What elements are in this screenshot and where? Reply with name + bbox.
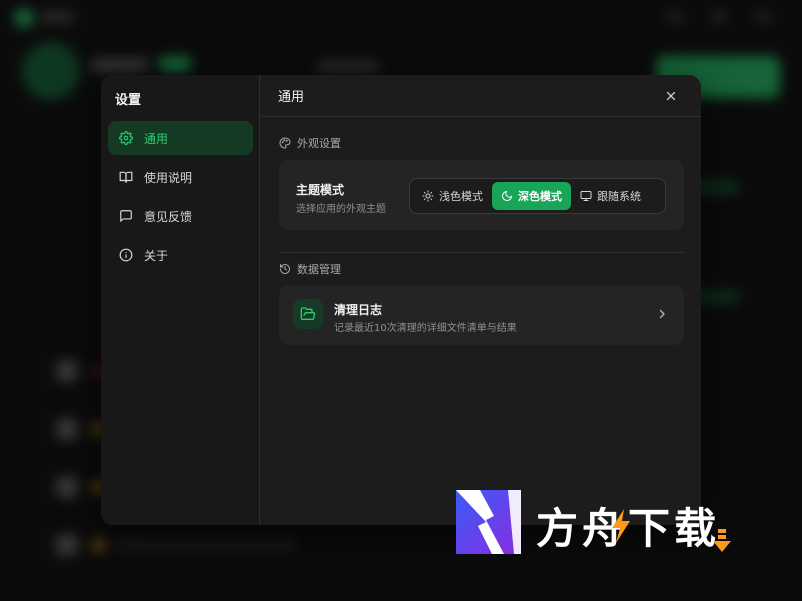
watermark-logo (456, 490, 521, 554)
nav-item-general[interactable]: 通用 (108, 121, 253, 155)
main-header: 通用 (261, 75, 701, 117)
light-mode-option[interactable]: 浅色模式 (413, 182, 492, 210)
lightning-icon (612, 509, 630, 543)
theme-title: 主题模式 (296, 183, 345, 197)
dark-mode-option[interactable]: 深色模式 (492, 182, 571, 210)
clean-log-title: 清理日志 (334, 303, 383, 317)
theme-mode-card: 主题模式 选择应用的外观主题 浅色模式 深色模式 跟随系统 (279, 160, 684, 230)
moon-icon (502, 191, 512, 201)
data-section-header: 数据管理 (279, 261, 341, 277)
nav-label: 关于 (144, 248, 169, 263)
nav-label: 通用 (144, 131, 169, 146)
summary-pill (316, 60, 380, 74)
status-label (92, 58, 148, 72)
option-label: 浅色模式 (439, 190, 483, 203)
watermark: 方舟下载 (456, 489, 756, 555)
settings-dialog: 设置 通用 使用说明 意见反馈 关于 通用 外观设置 主题模式 选择应用的外观主… (101, 75, 701, 525)
clean-log-card[interactable]: 清理日志 记录最近10次清理的详细文件清单与结果 (279, 285, 684, 345)
section-label: 数据管理 (297, 263, 341, 276)
theme-segmented-control: 浅色模式 深色模式 跟随系统 (409, 178, 666, 214)
app-logo (14, 8, 34, 28)
section-divider (279, 252, 684, 253)
status-badge (158, 56, 192, 72)
gear-icon (118, 130, 134, 146)
settings-title: 设置 (115, 93, 142, 108)
settings-main: 通用 外观设置 主题模式 选择应用的外观主题 浅色模式 深色模式 跟随系统 数据… (261, 75, 701, 525)
monitor-icon (580, 191, 592, 201)
download-arrow-icon (713, 529, 731, 552)
message-icon (118, 208, 134, 224)
clean-log-subtitle: 记录最近10次清理的详细文件清单与结果 (334, 323, 517, 334)
option-label: 跟随系统 (597, 190, 641, 203)
book-icon (118, 169, 134, 185)
window-minimize (668, 12, 682, 22)
history-icon (280, 264, 290, 274)
appearance-section-header: 外观设置 (279, 135, 341, 151)
theme-subtitle: 选择应用的外观主题 (296, 204, 386, 215)
page-title: 通用 (278, 90, 305, 105)
nav-label: 使用说明 (144, 170, 193, 185)
status-circle (22, 42, 80, 100)
info-icon (118, 247, 134, 263)
settings-nav: 通用 使用说明 意见反馈 关于 (108, 121, 253, 277)
app-title-placeholder (40, 12, 74, 22)
section-label: 外观设置 (297, 137, 341, 150)
option-label: 深色模式 (518, 190, 562, 203)
window-close (756, 12, 770, 22)
folder-open-icon (300, 307, 316, 320)
sun-icon (422, 190, 434, 202)
nav-item-about[interactable]: 关于 (108, 238, 253, 272)
window-maximize (712, 12, 726, 22)
system-mode-option[interactable]: 跟随系统 (571, 182, 650, 210)
chevron-right-icon (659, 309, 665, 319)
palette-icon (279, 137, 291, 149)
close-icon (666, 91, 676, 101)
folder-icon-tile (293, 299, 323, 329)
close-button[interactable] (663, 88, 679, 104)
nav-item-feedback[interactable]: 意见反馈 (108, 199, 253, 233)
settings-sidebar: 设置 通用 使用说明 意见反馈 关于 (101, 75, 260, 525)
nav-item-guide[interactable]: 使用说明 (108, 160, 253, 194)
nav-label: 意见反馈 (144, 209, 193, 224)
